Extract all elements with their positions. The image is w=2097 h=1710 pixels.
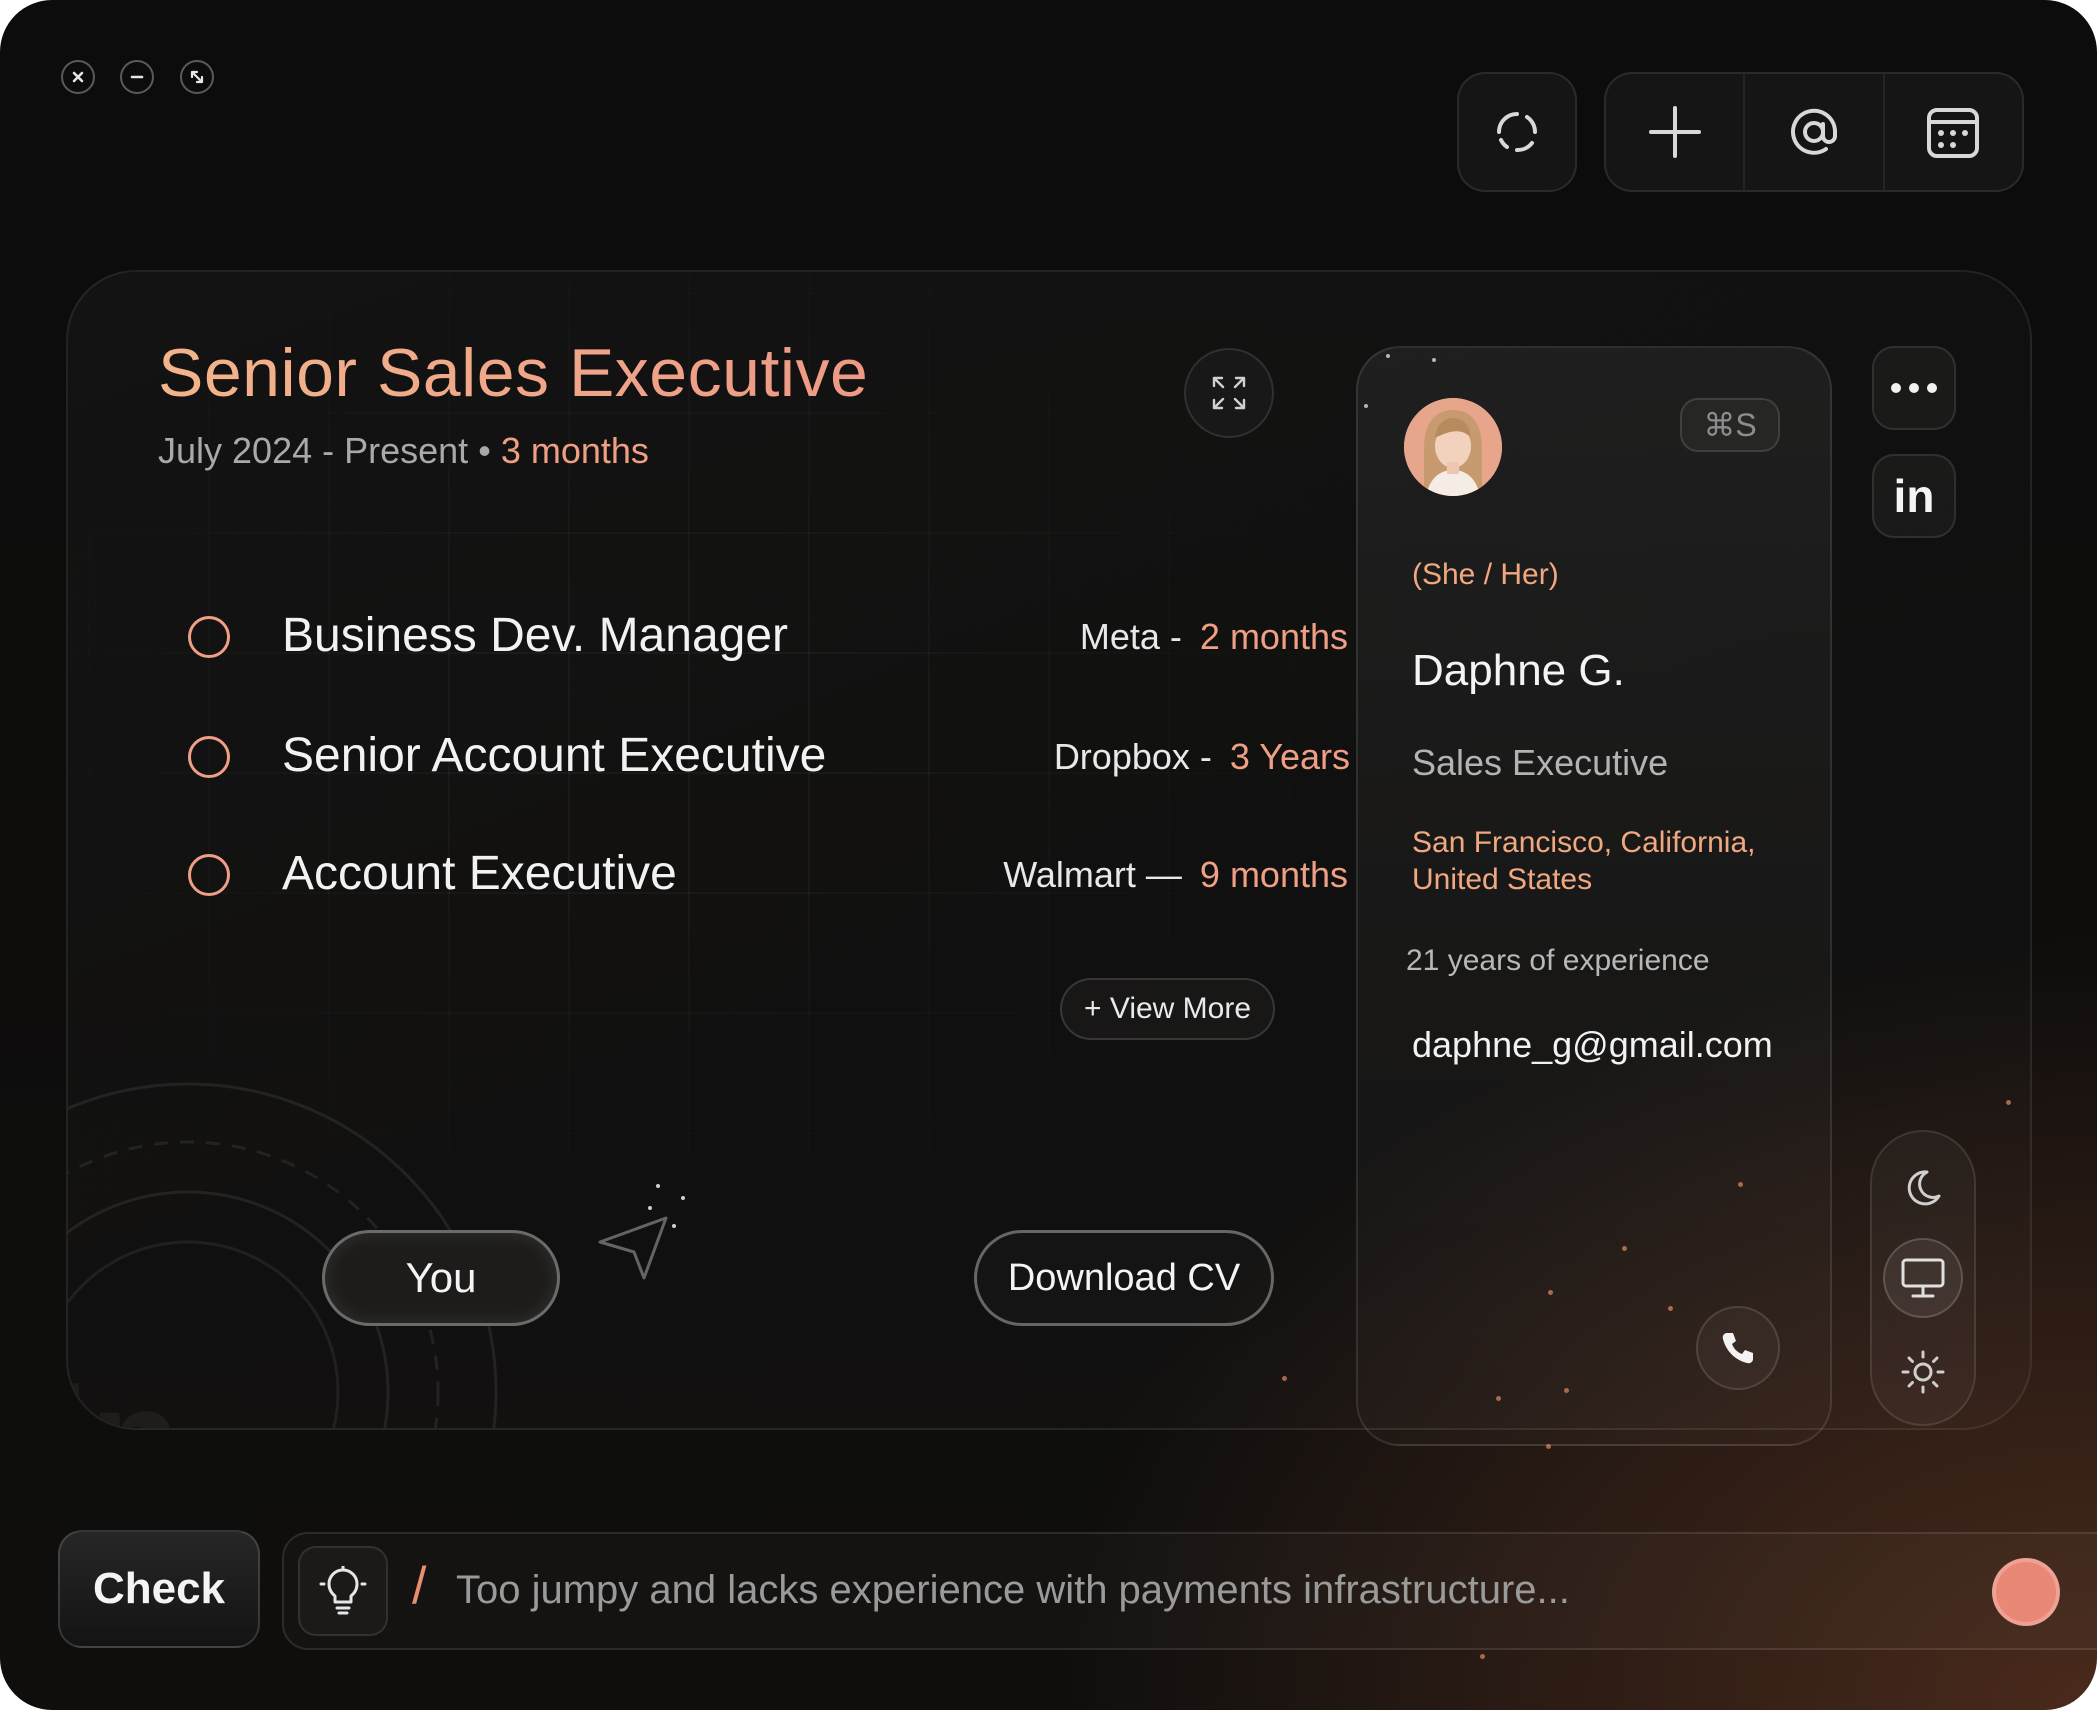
check-button[interactable]: Check <box>58 1530 260 1648</box>
more-icon <box>1891 383 1937 393</box>
minimize-icon <box>130 75 144 79</box>
fullscreen-window-button[interactable] <box>180 60 214 94</box>
expand-button[interactable] <box>1184 348 1274 438</box>
minimize-window-button[interactable] <box>120 60 154 94</box>
experience-meta: Walmart — 9 months <box>1003 854 1348 896</box>
profile-pronouns: (She / Her) <box>1412 558 1559 591</box>
feedback-input[interactable]: Too jumpy and lacks experience with paym… <box>456 1568 1570 1613</box>
calendar-icon <box>1927 108 1980 158</box>
theme-dark-option[interactable] <box>1883 1148 1963 1228</box>
expand-icon <box>1212 376 1246 410</box>
fullscreen-icon <box>190 70 204 84</box>
at-icon <box>1791 108 1837 155</box>
experience-duration: 2 months <box>1199 616 1348 657</box>
radio-circle[interactable] <box>188 616 230 658</box>
profile-email[interactable]: daphne_g@gmail.com <box>1412 1024 1773 1066</box>
command-slash: / <box>412 1557 427 1615</box>
feedback-input-bar: / Too jumpy and lacks experience with pa… <box>282 1532 2097 1650</box>
app-window: in Senior Sales Executive July 2024 - Pr… <box>0 0 2097 1710</box>
date-range: July 2024 - Present <box>158 430 469 471</box>
linkedin-icon: in <box>1893 470 1935 522</box>
save-shortcut-badge[interactable]: ⌘S <box>1680 398 1780 452</box>
avatar[interactable] <box>1404 398 1502 496</box>
close-window-button[interactable] <box>61 60 95 94</box>
you-button[interactable]: You <box>322 1230 560 1326</box>
experience-item[interactable]: Senior Account Executive Dropbox - 3 Year… <box>188 722 1350 792</box>
phone-icon <box>1722 1333 1753 1364</box>
mention-button[interactable] <box>1745 74 1885 190</box>
experience-duration: 3 Years <box>1229 736 1350 777</box>
record-button[interactable] <box>1992 1558 2060 1626</box>
experience-item[interactable]: Account Executive Walmart — 9 months <box>188 840 1348 910</box>
current-role-dates: July 2024 - Present • 3 months <box>158 430 649 472</box>
plus-icon <box>1648 106 1701 158</box>
moon-icon <box>1907 1170 1941 1206</box>
experience-item[interactable]: Business Dev. Manager Meta - 2 months <box>188 602 1348 672</box>
calendar-button[interactable] <box>1885 74 2022 190</box>
profile-title: Sales Executive <box>1412 742 1669 783</box>
call-button[interactable] <box>1696 1306 1780 1390</box>
download-cv-button[interactable]: Download CV <box>974 1230 1274 1326</box>
profile-card: ⌘S (She / Her) Daphne G. Sales Executive… <box>1356 346 1832 1446</box>
profile-location: San Francisco, California, United States <box>1412 826 1756 896</box>
current-role-duration: 3 months <box>500 430 649 471</box>
view-more-button[interactable]: + View More <box>1060 978 1276 1040</box>
refresh-icon <box>1497 112 1538 152</box>
theme-light-option[interactable] <box>1883 1332 1963 1412</box>
cursor-arrow-icon <box>598 1184 685 1280</box>
profile-name: Daphne G. <box>1412 646 1625 695</box>
toolbar-group <box>1604 72 2024 192</box>
sun-icon <box>1901 1350 1945 1394</box>
theme-switcher <box>1870 1130 1976 1426</box>
radio-circle[interactable] <box>188 736 230 778</box>
lightbulb-icon <box>319 1566 367 1615</box>
separator-dot: • <box>478 430 491 471</box>
experience-duration: 9 months <box>1199 854 1348 895</box>
monitor-icon <box>1901 1258 1945 1298</box>
theme-system-option[interactable] <box>1883 1238 1963 1318</box>
suggestions-button[interactable] <box>298 1546 388 1636</box>
linkedin-button[interactable]: in <box>1872 454 1956 538</box>
experience-company: Walmart — <box>1003 854 1182 895</box>
experience-role: Senior Account Executive <box>282 729 827 782</box>
add-button[interactable] <box>1606 74 1746 190</box>
refresh-button[interactable] <box>1457 72 1577 192</box>
current-role-title: Senior Sales Executive <box>158 335 869 411</box>
radio-circle[interactable] <box>188 854 230 896</box>
more-options-button[interactable] <box>1872 346 1956 430</box>
svg-text:in: in <box>66 1356 181 1430</box>
experience-meta: Dropbox - 3 Years <box>1054 736 1350 778</box>
experience-company: Meta - <box>1079 616 1182 657</box>
close-icon <box>72 71 84 83</box>
avatar-portrait <box>1404 398 1502 496</box>
experience-meta: Meta - 2 months <box>1080 616 1348 658</box>
profile-experience: 21 years of experience <box>1406 944 1710 977</box>
experience-company: Dropbox - <box>1053 736 1212 777</box>
experience-role: Account Executive <box>282 847 677 900</box>
experience-role: Business Dev. Manager <box>282 609 789 662</box>
